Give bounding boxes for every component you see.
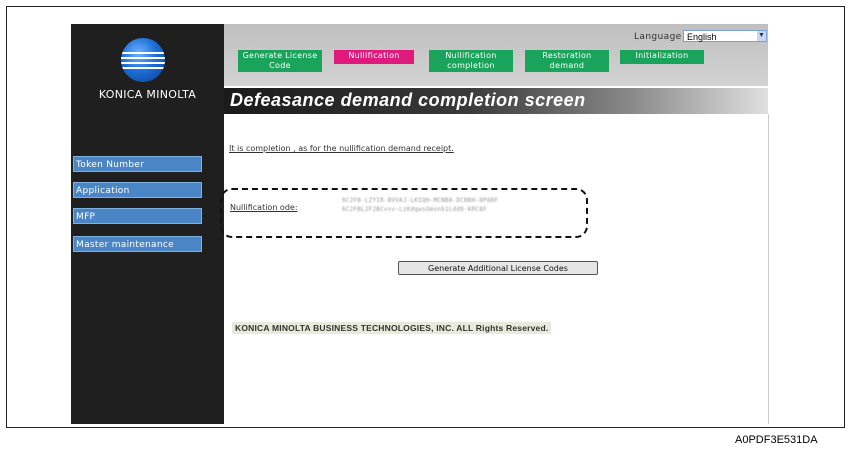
page-title: Defeasance demand completion screen: [230, 90, 586, 110]
tab-generate-license-code[interactable]: Generate License Code: [238, 50, 322, 72]
copyright-notice: KONICA MINOLTA BUSINESS TECHNOLOGIES, IN…: [232, 322, 552, 334]
generate-additional-license-codes-button[interactable]: Generate Additional License Codes: [398, 261, 598, 275]
tab-label-line1: Restoration: [542, 51, 592, 60]
tab-initialization[interactable]: Initialization: [620, 50, 704, 64]
nullification-code: 6C2FB-LZYIR-BVVAJ-LKIQH-MCNB8-DCBBH-8P88…: [342, 196, 498, 214]
completion-message: It is completion , as for the nullificat…: [229, 144, 454, 153]
sidebar-item-application[interactable]: Application: [73, 182, 202, 198]
tab-label-line1: Generate License: [242, 51, 318, 60]
main-content: It is completion , as for the nullificat…: [220, 114, 769, 424]
tab-nullification-completion[interactable]: Nullification completion: [429, 50, 513, 72]
tab-restoration-demand[interactable]: Restoration demand: [525, 50, 609, 72]
tab-label-line2: Code: [269, 61, 291, 70]
tab-label-line1: Initialization: [635, 51, 689, 60]
tab-label-line2: completion: [447, 61, 495, 70]
nullification-code-line2: 6C2FBL2F2BCvvv-LzKdqwsOmsnb1Ldd8-KRC8F: [342, 206, 487, 213]
logo-text: KONICA MINOLTA: [98, 88, 197, 101]
sidebar-item-master-maintenance[interactable]: Master maintenance: [73, 236, 202, 252]
tab-nullification[interactable]: Nullification: [334, 50, 414, 64]
page-title-bar: Defeasance demand completion screen: [224, 88, 768, 114]
konica-minolta-globe-icon: [121, 38, 165, 82]
tab-label-line1: Nullification: [348, 51, 400, 60]
tab-label-line2: demand: [549, 61, 585, 70]
language-selected-value: English: [687, 32, 717, 42]
sidebar: KONICA MINOLTA Token Number Application …: [71, 24, 224, 424]
chevron-down-icon[interactable]: ▼: [757, 31, 766, 41]
nullification-code-label: Nullification ode:: [230, 203, 298, 212]
figure-id-caption: A0PDF3E531DA: [735, 434, 818, 446]
language-label: Language: [634, 32, 682, 42]
tab-label-line1: Nullification: [445, 51, 497, 60]
sidebar-item-token-number[interactable]: Token Number: [73, 156, 202, 172]
language-select[interactable]: English ▼: [683, 30, 767, 42]
top-bar: Language English ▼ Generate License Code…: [224, 24, 768, 86]
sidebar-item-mfp[interactable]: MFP: [73, 208, 202, 224]
nullification-code-line1: 6C2FB-LZYIR-BVVAJ-LKIQH-MCNB8-DCBBH-8P88…: [342, 197, 499, 204]
